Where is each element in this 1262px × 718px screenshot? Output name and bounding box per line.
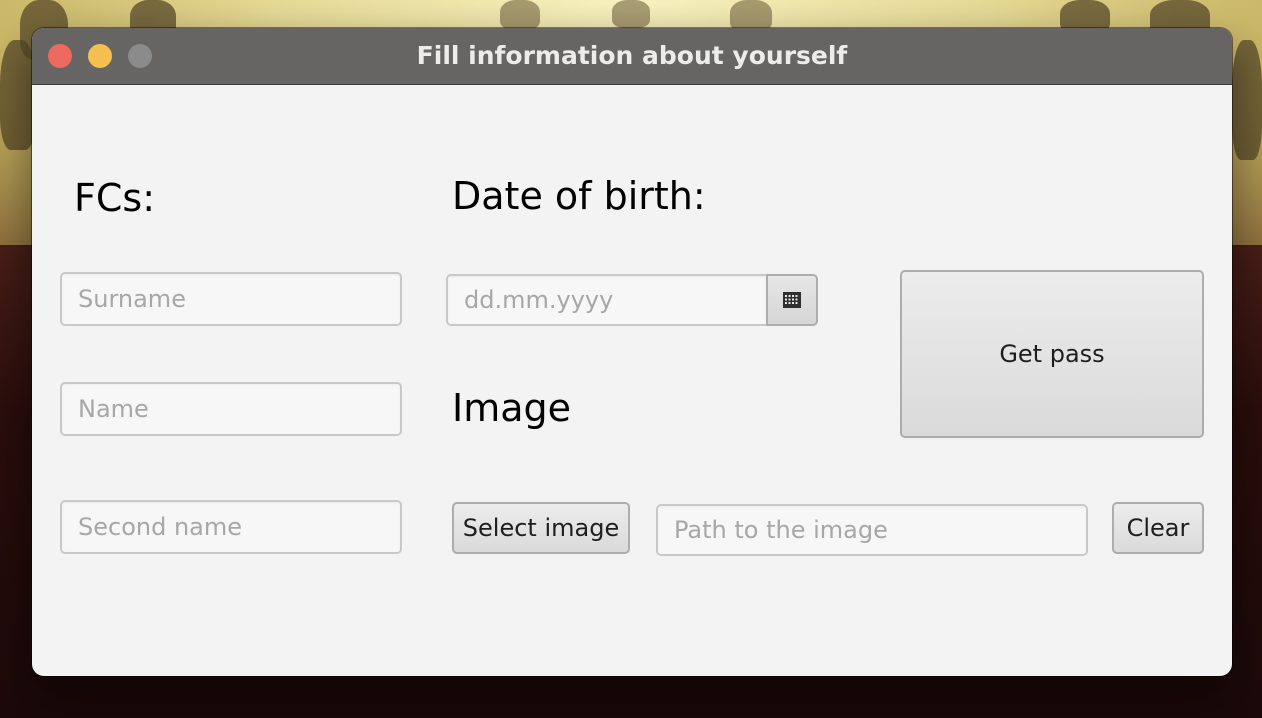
wallpaper-figure bbox=[500, 0, 540, 30]
calendar-button[interactable] bbox=[766, 274, 818, 326]
name-input[interactable] bbox=[60, 382, 402, 436]
calendar-icon bbox=[783, 292, 801, 308]
title-bar[interactable]: Fill information about yourself bbox=[32, 28, 1232, 85]
surname-input[interactable] bbox=[60, 272, 402, 326]
wallpaper-figure bbox=[1232, 40, 1262, 160]
wallpaper-figure bbox=[0, 40, 36, 150]
image-label: Image bbox=[452, 386, 572, 430]
date-of-birth-label: Date of birth: bbox=[452, 174, 706, 218]
fcs-label: FCs: bbox=[74, 176, 155, 220]
window-title: Fill information about yourself bbox=[416, 41, 848, 70]
second-name-input[interactable] bbox=[60, 500, 402, 554]
app-window: Fill information about yourself FCs: Dat… bbox=[32, 28, 1232, 676]
select-image-button[interactable]: Select image bbox=[452, 502, 630, 554]
wallpaper-figure bbox=[612, 0, 650, 28]
image-path-input[interactable] bbox=[656, 504, 1088, 556]
get-pass-button[interactable]: Get pass bbox=[900, 270, 1204, 438]
date-of-birth-input[interactable] bbox=[446, 274, 768, 326]
clear-button[interactable]: Clear bbox=[1112, 502, 1204, 554]
date-picker bbox=[446, 274, 818, 326]
